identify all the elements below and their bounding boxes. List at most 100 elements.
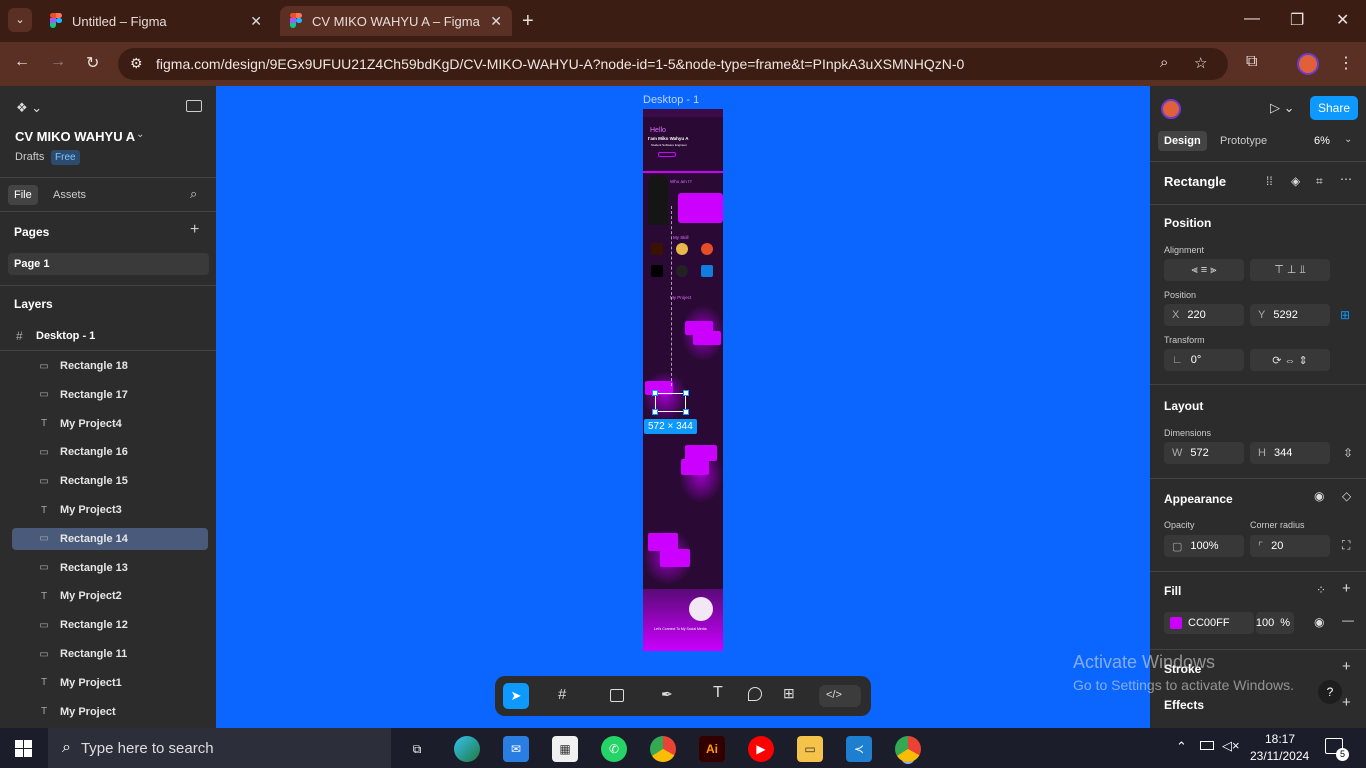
drafts-label[interactable]: Drafts xyxy=(15,151,44,163)
user-avatar[interactable] xyxy=(1161,99,1181,119)
independent-corners-icon[interactable]: ⛶ xyxy=(1342,538,1350,553)
comment-tool-icon[interactable] xyxy=(748,687,762,701)
resize-handle[interactable] xyxy=(683,390,689,396)
actions-tool-icon[interactable]: ⊞ xyxy=(783,685,795,702)
rotation-field[interactable]: ∟ 0° xyxy=(1164,349,1244,371)
canvas[interactable]: Desktop - 1 Hello I'am Miko Wahyu A Stud… xyxy=(216,86,1150,728)
y-field[interactable]: Y 5292 xyxy=(1250,304,1330,326)
close-window-icon[interactable]: ✕ xyxy=(1336,10,1349,30)
search-icon[interactable]: ⌕ xyxy=(190,186,197,202)
width-field[interactable]: W 572 xyxy=(1164,442,1244,464)
extensions-icon[interactable]: ⧉ xyxy=(1246,53,1257,71)
fill-field[interactable]: CC00FF xyxy=(1164,612,1254,634)
styles-icon[interactable]: ⁘ xyxy=(1316,583,1326,597)
zoom-level[interactable]: 6% xyxy=(1314,135,1330,147)
zoom-icon[interactable]: ⌕ xyxy=(1160,54,1168,71)
design-frame[interactable]: Hello I'am Miko Wahyu A Student Software… xyxy=(643,109,723,651)
chrome-profile-icon[interactable] xyxy=(895,736,921,762)
vscode-icon[interactable]: ≺ xyxy=(846,736,872,762)
fill-eye-icon[interactable]: ◉ xyxy=(1314,615,1324,629)
layer-frame[interactable]: Desktop - 1 xyxy=(36,330,95,342)
pen-tool-icon[interactable]: ✒ xyxy=(661,686,673,703)
text-tool-icon[interactable]: T xyxy=(713,684,723,702)
height-field[interactable]: H 344 xyxy=(1250,442,1330,464)
back-icon[interactable]: ← xyxy=(14,53,30,71)
layer-item[interactable]: T My Project3 xyxy=(12,499,208,521)
component-icon[interactable]: ◈ xyxy=(1291,174,1300,188)
clock-time[interactable]: 18:17 xyxy=(1265,732,1295,746)
illustrator-icon[interactable]: Ai xyxy=(699,736,725,762)
url-field[interactable]: ⚙ figma.com/design/9EGx9UFUU21Z4Ch59bdKg… xyxy=(118,48,1228,80)
tab-file[interactable]: File xyxy=(8,185,38,205)
tray-chevron-icon[interactable]: ⌃ xyxy=(1176,739,1187,755)
whatsapp-icon[interactable]: ✆ xyxy=(601,736,627,762)
selection-box[interactable] xyxy=(655,393,686,412)
help-button[interactable]: ? xyxy=(1318,680,1342,704)
add-page-icon[interactable]: + xyxy=(190,221,199,239)
constrain-proportions-icon[interactable]: ⇳ xyxy=(1343,446,1353,460)
remove-fill-icon[interactable]: — xyxy=(1342,613,1354,627)
fill-swatch[interactable] xyxy=(1170,617,1182,629)
tab-assets[interactable]: Assets xyxy=(53,189,86,201)
layer-item[interactable]: ▭ Rectangle 18 xyxy=(12,355,208,377)
tab-list-button[interactable]: ⌄ xyxy=(8,8,32,32)
layer-item[interactable]: ▭ Rectangle 17 xyxy=(12,384,208,406)
layer-item[interactable]: ▭ Rectangle 16 xyxy=(12,441,208,463)
align-vertical[interactable]: ⊤ ⊥ ⫫ xyxy=(1250,259,1330,281)
chrome-icon[interactable] xyxy=(650,736,676,762)
dev-mode-toggle[interactable]: </> xyxy=(819,685,861,707)
task-view-icon[interactable]: ⧉ xyxy=(404,736,430,762)
file-title[interactable]: CV MIKO WAHYU A xyxy=(15,129,135,144)
chevron-down-icon[interactable]: ⌄ xyxy=(1344,134,1352,145)
bookmark-icon[interactable]: ☆ xyxy=(1194,54,1207,72)
figma-menu-icon[interactable]: ❖ ⌄ xyxy=(16,100,42,116)
volume-icon[interactable]: ◁× xyxy=(1222,738,1240,754)
layer-item[interactable]: ▭ Rectangle 13 xyxy=(12,557,208,579)
browser-tab-cv[interactable]: CV MIKO WAHYU A – Figma ✕ xyxy=(280,6,512,36)
resize-handle[interactable] xyxy=(652,409,658,415)
layer-item[interactable]: ▭ Rectangle 14 xyxy=(12,527,208,550)
battery-icon[interactable] xyxy=(1200,741,1214,750)
eye-icon[interactable]: ◉ xyxy=(1314,489,1324,503)
close-tab-icon[interactable]: ✕ xyxy=(490,13,502,30)
taskbar-search[interactable]: ⌕ Type here to search xyxy=(48,728,391,768)
grid-icon[interactable]: ⁞⁞ xyxy=(1266,174,1273,188)
layer-item[interactable]: ▭ Rectangle 12 xyxy=(12,614,208,636)
forward-icon[interactable]: → xyxy=(50,53,66,71)
file-explorer-icon[interactable]: ▭ xyxy=(797,736,823,762)
edge-icon[interactable] xyxy=(454,736,480,762)
add-stroke-icon[interactable]: + xyxy=(1342,658,1351,675)
toggle-sidebar-icon[interactable] xyxy=(186,100,202,112)
mask-icon[interactable]: ⌗ xyxy=(1316,174,1323,189)
share-button[interactable]: Share xyxy=(1310,96,1358,120)
frame-tool-icon[interactable]: # xyxy=(558,686,566,703)
layer-item[interactable]: T My Project4 xyxy=(12,413,208,435)
mail-icon[interactable]: ✉ xyxy=(503,736,529,762)
browser-tab-untitled[interactable]: Untitled – Figma ✕ xyxy=(40,6,272,36)
youtube-music-icon[interactable]: ▶ xyxy=(748,736,774,762)
page-item[interactable]: Page 1 xyxy=(8,253,209,275)
align-horizontal[interactable]: ⫷ ≡ ⫸ xyxy=(1164,259,1244,281)
opacity-field[interactable]: ▢ 100% xyxy=(1164,535,1244,557)
layer-item[interactable]: T My Project2 xyxy=(12,585,208,607)
radius-field[interactable]: ⌜ 20 xyxy=(1250,535,1330,557)
close-tab-icon[interactable]: ✕ xyxy=(250,13,262,30)
minimize-icon[interactable]: — xyxy=(1244,10,1260,28)
menu-icon[interactable]: ⋮ xyxy=(1338,53,1354,73)
fill-opacity-field[interactable]: 100% xyxy=(1256,612,1294,634)
add-fill-icon[interactable]: + xyxy=(1342,580,1351,597)
more-icon[interactable]: ⋯ xyxy=(1340,172,1352,186)
flip-controls[interactable]: ⟳ ⇔ ⇕ xyxy=(1250,349,1330,371)
blend-icon[interactable]: ◇ xyxy=(1342,489,1351,503)
reload-icon[interactable]: ↻ xyxy=(86,53,99,73)
tab-prototype[interactable]: Prototype xyxy=(1220,135,1267,147)
x-field[interactable]: X 220 xyxy=(1164,304,1244,326)
constraints-icon[interactable]: ⊞ xyxy=(1340,308,1350,322)
frame-label[interactable]: Desktop - 1 xyxy=(643,94,699,106)
clock-date[interactable]: 23/11/2024 xyxy=(1250,749,1309,763)
layer-item[interactable]: T My Project xyxy=(12,701,208,723)
chevron-down-icon[interactable]: ⌄ xyxy=(136,129,144,140)
present-icon[interactable]: ▷ ⌄ xyxy=(1270,100,1295,116)
layer-item[interactable]: ▭ Rectangle 11 xyxy=(12,643,208,665)
windows-start-icon[interactable] xyxy=(15,740,32,757)
